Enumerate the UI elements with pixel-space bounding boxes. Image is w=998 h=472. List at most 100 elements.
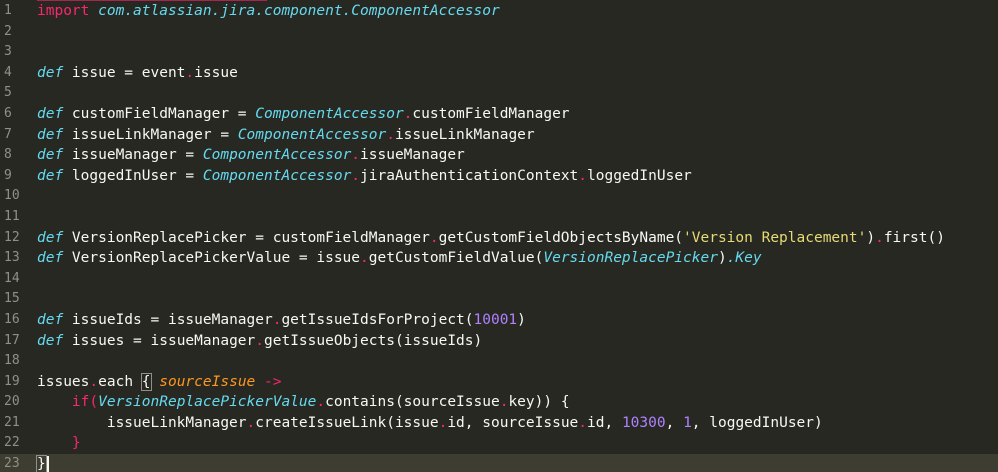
line-content: def customFieldManager = ComponentAccess…: [37, 104, 570, 125]
code-line-4[interactable]: 4 def issue = event.issue: [0, 63, 998, 84]
code-text: issues: [37, 373, 90, 390]
line-number-9: 9: [4, 167, 12, 183]
code-line-5[interactable]: 5: [0, 83, 998, 104]
line-number-8: 8: [4, 147, 12, 163]
close-paren: ): [517, 311, 526, 328]
code-text: customFieldManager: [412, 105, 570, 122]
line-number-21: 21: [4, 414, 20, 430]
variable-reference: VersionReplacePicker: [543, 250, 718, 267]
code-line-18[interactable]: 18: [0, 351, 998, 372]
dot-operator: .: [360, 250, 369, 267]
code-text: issueLinkManager: [106, 414, 247, 431]
number-literal: 1: [683, 414, 692, 431]
code-line-11[interactable]: 11: [0, 207, 998, 228]
code-text: VersionReplacePickerValue = issue: [63, 250, 361, 267]
import-path: com.atlassian.jira.component.ComponentAc…: [98, 3, 500, 19]
dot-operator: .: [351, 167, 361, 184]
code-text: key)) {: [508, 394, 570, 411]
code-line-15[interactable]: 15: [0, 289, 998, 310]
editor-lines[interactable]: 1 import com.atlassian.jira.component.Co…: [0, 1, 998, 472]
keyword-def: def: [37, 250, 64, 267]
code-line-14[interactable]: 14: [0, 269, 998, 290]
property-key: .Key: [726, 250, 762, 267]
code-editor[interactable]: 1 import com.atlassian.jira.component.Co…: [0, 0, 998, 472]
dot-operator: .: [429, 229, 439, 246]
method-call: getCustomFieldObjectsByName(: [438, 229, 684, 246]
line-content: def VersionReplacePicker = customFieldMa…: [37, 228, 945, 249]
code-line-1[interactable]: 1 import com.atlassian.jira.component.Co…: [0, 1, 998, 22]
line-number-10: 10: [4, 188, 20, 204]
code-line-20[interactable]: 20 if(VersionReplacePickerValue.contains…: [0, 392, 998, 413]
code-line-21[interactable]: 21 issueLinkManager.createIssueLink(issu…: [0, 413, 998, 434]
method-call: getIssueIdsForProject(: [281, 311, 474, 328]
code-text: , loggedInUser): [691, 414, 823, 431]
keyword-if: if(: [71, 394, 99, 411]
line-content: import com.atlassian.jira.component.Comp…: [37, 1, 500, 22]
code-line-2[interactable]: 2: [0, 22, 998, 43]
line-content: }: [37, 433, 81, 454]
line-content: def issueIds = issueManager.getIssueIdsF…: [37, 310, 526, 331]
keyword-def: def: [37, 126, 64, 143]
close-paren: ): [717, 250, 727, 267]
code-line-12[interactable]: 12 def VersionReplacePicker = customFiel…: [0, 228, 998, 249]
code-line-13[interactable]: 13 def VersionReplacePickerValue = issue…: [0, 248, 998, 269]
line-number-19: 19: [4, 373, 20, 389]
line-content: def issue = event.issue: [37, 63, 238, 84]
code-line-6[interactable]: 6 def customFieldManager = ComponentAcce…: [0, 104, 998, 125]
method-call: contains(sourceIssue: [325, 394, 500, 411]
line-content: def issueLinkManager = ComponentAccessor…: [37, 125, 535, 146]
code-line-8[interactable]: 8 def issueManager = ComponentAccessor.i…: [0, 145, 998, 166]
code-text: customFieldManager =: [63, 105, 256, 122]
line-content: }: [36, 454, 49, 472]
dot-operator: .: [246, 414, 256, 431]
line-number-16: 16: [4, 311, 20, 327]
code-line-16[interactable]: 16 def issueIds = issueManager.getIssueI…: [0, 310, 998, 331]
code-line-7[interactable]: 7 def issueLinkManager = ComponentAccess…: [0, 125, 998, 146]
code-line-17[interactable]: 17 def issues = issueManager.getIssueObj…: [0, 331, 998, 352]
line-number-2: 2: [4, 23, 12, 39]
code-text: id,: [587, 414, 622, 431]
code-text: issue = event: [63, 64, 186, 81]
line-number-15: 15: [4, 291, 20, 307]
line-content: if(VersionReplacePickerValue.contains(so…: [37, 392, 570, 413]
keyword-def: def: [37, 332, 64, 349]
keyword-def: def: [37, 147, 64, 164]
line-number-22: 22: [4, 435, 20, 451]
class-name: ComponentAccessor: [202, 147, 352, 164]
dot-operator: .: [578, 167, 588, 184]
number-literal: 10001: [473, 311, 518, 328]
dot-operator: .: [255, 332, 264, 349]
code-text: issueManager =: [63, 147, 203, 164]
code-text: issue: [194, 64, 238, 81]
code-line-22[interactable]: 22 }: [0, 433, 998, 454]
code-line-19[interactable]: 19 issues.each { sourceIssue ->: [0, 372, 998, 393]
line-number-14: 14: [4, 270, 20, 286]
line-number-11: 11: [4, 208, 20, 224]
code-text: id, sourceIssue: [447, 414, 579, 431]
code-line-3[interactable]: 3: [0, 42, 998, 63]
number-literal: 10300: [621, 414, 666, 431]
code-text: issueLinkManager =: [63, 126, 238, 143]
dot-operator: .: [386, 126, 395, 143]
code-line-9[interactable]: 9 def loggedInUser = ComponentAccessor.j…: [0, 166, 998, 187]
code-line-23[interactable]: 23 }: [0, 454, 998, 472]
keyword-def: def: [37, 167, 64, 184]
method-call: getIssueObjects(issueIds): [264, 332, 483, 349]
line-content: def issueManager = ComponentAccessor.iss…: [37, 145, 465, 166]
line-number-13: 13: [4, 250, 20, 266]
line-number-23: 23: [4, 456, 20, 472]
method-call: createIssueLink(issue: [255, 414, 439, 431]
code-text: ,: [665, 414, 684, 431]
line-number-6: 6: [4, 105, 12, 121]
code-text: issueLinkManager: [394, 126, 535, 143]
code-text: issues = issueManager: [63, 332, 256, 349]
code-line-10[interactable]: 10: [0, 186, 998, 207]
closure-open-brace: {: [140, 372, 152, 391]
line-number-7: 7: [4, 126, 12, 142]
method-call: each: [98, 373, 142, 390]
line-content: def loggedInUser = ComponentAccessor.jir…: [37, 166, 692, 187]
close-brace: }: [71, 435, 81, 452]
